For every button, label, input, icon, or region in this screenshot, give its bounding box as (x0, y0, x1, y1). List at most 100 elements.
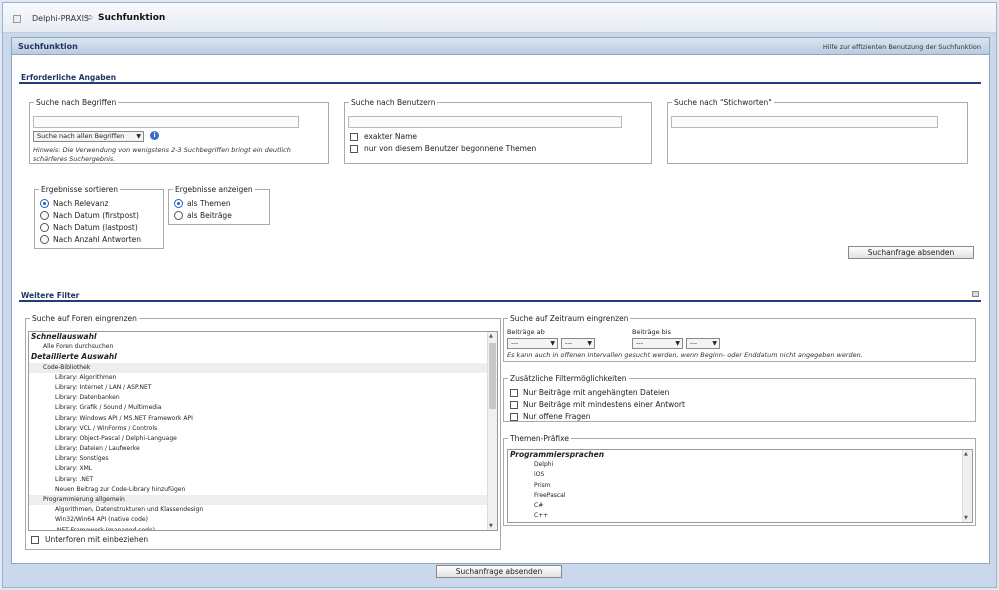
prefix-fieldset: Themen-Präfixe Programmiersprachen Delphi… (503, 434, 976, 526)
sort-legend: Ergebnisse sortieren (41, 185, 118, 194)
users-fieldset: Suche nach Benutzern exakter Name nur vo… (344, 98, 652, 164)
prefix-listbox[interactable]: Programmiersprachen Delphi iOS Prism FreePas… (507, 449, 973, 523)
display-fieldset: Ergebnisse anzeigen als Themen als Beitr… (168, 185, 270, 225)
sort-label-relevance: Nach Relevanz (53, 199, 109, 208)
list-item[interactable]: .NET-Framework (managed code) (29, 526, 497, 530)
list-item[interactable]: Library: Grafik / Sound / Multimedia (29, 403, 497, 413)
sort-label-lastpost: Nach Datum (lastpost) (53, 223, 138, 232)
list-item[interactable]: C# (508, 501, 972, 511)
list-item[interactable]: iOS (508, 470, 972, 480)
terms-legend: Suche nach Begriffen (36, 98, 117, 107)
terms-mode-value: Suche nach allen Begriffen (37, 132, 125, 140)
user-input[interactable] (348, 116, 622, 128)
subforums-checkbox[interactable] (31, 536, 39, 544)
sort-radio-lastpost[interactable] (40, 223, 49, 232)
started-topics-checkbox[interactable] (350, 145, 358, 153)
list-item[interactable]: Code-Bibliothek (29, 362, 497, 373)
terms-mode-select[interactable]: Suche nach allen Begriffen ▼ (33, 131, 144, 142)
to-year-value: --- (690, 339, 698, 347)
period-fieldset: Suche auf Zeitraum eingrenzen Beiträge a… (503, 314, 976, 362)
sort-label-firstpost: Nach Datum (firstpost) (53, 211, 139, 220)
list-item[interactable]: Alle Foren durchsuchen (29, 342, 497, 352)
extra-legend: Zusätzliche Filtermöglichkeiten (510, 374, 627, 383)
keywords-legend: Suche nach "Stichworten" (674, 98, 772, 107)
list-item[interactable]: FreePascal (508, 491, 972, 501)
list-item[interactable]: Library: Windows API / MS.NET Framework … (29, 414, 497, 424)
section-divider-2 (19, 300, 981, 302)
forum-listbox[interactable]: Schnellauswahl Alle Foren durchsuchen Deta… (28, 331, 498, 531)
scroll-up-icon[interactable]: ▲ (489, 333, 493, 339)
prefix-list-scrollbar[interactable]: ▲ ▼ (962, 450, 972, 522)
forum-list: Schnellauswahl Alle Foren durchsuchen Deta… (29, 332, 497, 530)
scroll-thumb[interactable] (489, 343, 496, 409)
display-radio-topics[interactable] (174, 199, 183, 208)
keywords-input[interactable] (671, 116, 938, 128)
chevron-down-icon: ▼ (712, 340, 717, 347)
submit-button-bottom[interactable]: Suchanfrage absenden (436, 565, 562, 578)
display-radio-posts[interactable] (174, 211, 183, 220)
answered-label: Nur Beiträge mit mindestens einer Antwor… (523, 400, 685, 409)
exact-name-checkbox[interactable] (350, 133, 358, 141)
to-year-select[interactable]: --- ▼ (686, 338, 720, 349)
list-item[interactable]: Library: Internet / LAN / ASP.NET (29, 383, 497, 393)
list-item[interactable]: Programmierung allgemein (29, 495, 497, 506)
info-icon[interactable]: i (150, 131, 159, 140)
period-hint: Es kann auch in offenen Intervallen gesu… (507, 351, 863, 359)
list-item[interactable]: Detaillierte Auswahl (29, 352, 497, 362)
answered-checkbox[interactable] (510, 401, 518, 409)
sort-radio-relevance[interactable] (40, 199, 49, 208)
list-item[interactable]: Library: Dateien / Laufwerke (29, 444, 497, 454)
list-item[interactable]: Programmiersprachen (508, 450, 972, 460)
open-questions-label: Nur offene Fragen (523, 412, 591, 421)
from-month-select[interactable]: --- ▼ (507, 338, 558, 349)
list-item[interactable]: Library: Datenbanken (29, 393, 497, 403)
breadcrumb: Delphi-PRAXIS ➪ Suchfunktion (3, 3, 996, 33)
exact-name-label: exakter Name (364, 132, 418, 141)
forums-legend: Suche auf Foren eingrenzen (32, 314, 137, 323)
scroll-up-icon[interactable]: ▲ (964, 451, 968, 457)
scroll-down-icon[interactable]: ▼ (964, 515, 968, 521)
to-month-select[interactable]: --- ▼ (632, 338, 683, 349)
sort-radio-firstpost[interactable] (40, 211, 49, 220)
sort-fieldset: Ergebnisse sortieren Nach Relevanz Nach … (34, 185, 164, 249)
list-item[interactable]: Prism (508, 481, 972, 491)
chevron-down-icon: ▼ (587, 340, 592, 347)
display-label-topics: als Themen (187, 199, 231, 208)
list-item[interactable]: Win32/Win64 API (native code) (29, 515, 497, 525)
from-year-value: --- (565, 339, 573, 347)
list-item[interactable]: Library: .NET (29, 475, 497, 485)
forum-list-scrollbar[interactable]: ▲ ▼ (487, 332, 497, 530)
list-item[interactable]: C++ (508, 511, 972, 521)
section-title-filters: Weitere Filter (21, 291, 80, 300)
list-item[interactable]: Algorithmen, Datenstrukturen und Klassen… (29, 505, 497, 515)
collapse-icon[interactable] (972, 291, 979, 297)
list-item[interactable]: Neuen Beitrag zur Code-Library hinzufüge… (29, 485, 497, 495)
from-year-select[interactable]: --- ▼ (561, 338, 595, 349)
breadcrumb-current: Suchfunktion (98, 13, 166, 23)
open-questions-checkbox[interactable] (510, 413, 518, 421)
list-item[interactable]: Library: Sonstiges (29, 454, 497, 464)
list-item[interactable]: Library: XML (29, 464, 497, 474)
list-item[interactable]: Schnellauswahl (29, 332, 497, 342)
help-link[interactable]: Hilfe zur effizienten Benutzung der Such… (823, 43, 981, 51)
terms-input[interactable] (33, 116, 299, 128)
prefix-list: Programmiersprachen Delphi iOS Prism FreePas… (508, 450, 972, 521)
list-item[interactable]: Library: VCL / WinForms / Controls (29, 424, 497, 434)
scroll-down-icon[interactable]: ▼ (489, 523, 493, 529)
home-icon[interactable] (13, 15, 21, 23)
list-item[interactable]: Library: Object-Pascal / Delphi-Language (29, 434, 497, 444)
panel-title: Suchfunktion (18, 42, 78, 51)
breadcrumb-home[interactable]: Delphi-PRAXIS (32, 14, 89, 23)
chevron-down-icon: ▼ (136, 133, 141, 140)
list-item[interactable]: Library: Algorithmen (29, 373, 497, 383)
submit-button-top[interactable]: Suchanfrage absenden (848, 246, 974, 259)
users-legend: Suche nach Benutzern (351, 98, 436, 107)
section-title-required: Erforderliche Angaben (21, 73, 117, 82)
sort-radio-answers[interactable] (40, 235, 49, 244)
attachments-checkbox[interactable] (510, 389, 518, 397)
panel-header: Suchfunktion Hilfe zur effizienten Benut… (12, 38, 989, 55)
list-item[interactable]: Delphi (508, 460, 972, 470)
sort-label-answers: Nach Anzahl Antworten (53, 235, 142, 244)
attachments-label: Nur Beiträge mit angehängten Dateien (523, 388, 670, 397)
search-panel: Suchfunktion Hilfe zur effizienten Benut… (11, 37, 990, 564)
